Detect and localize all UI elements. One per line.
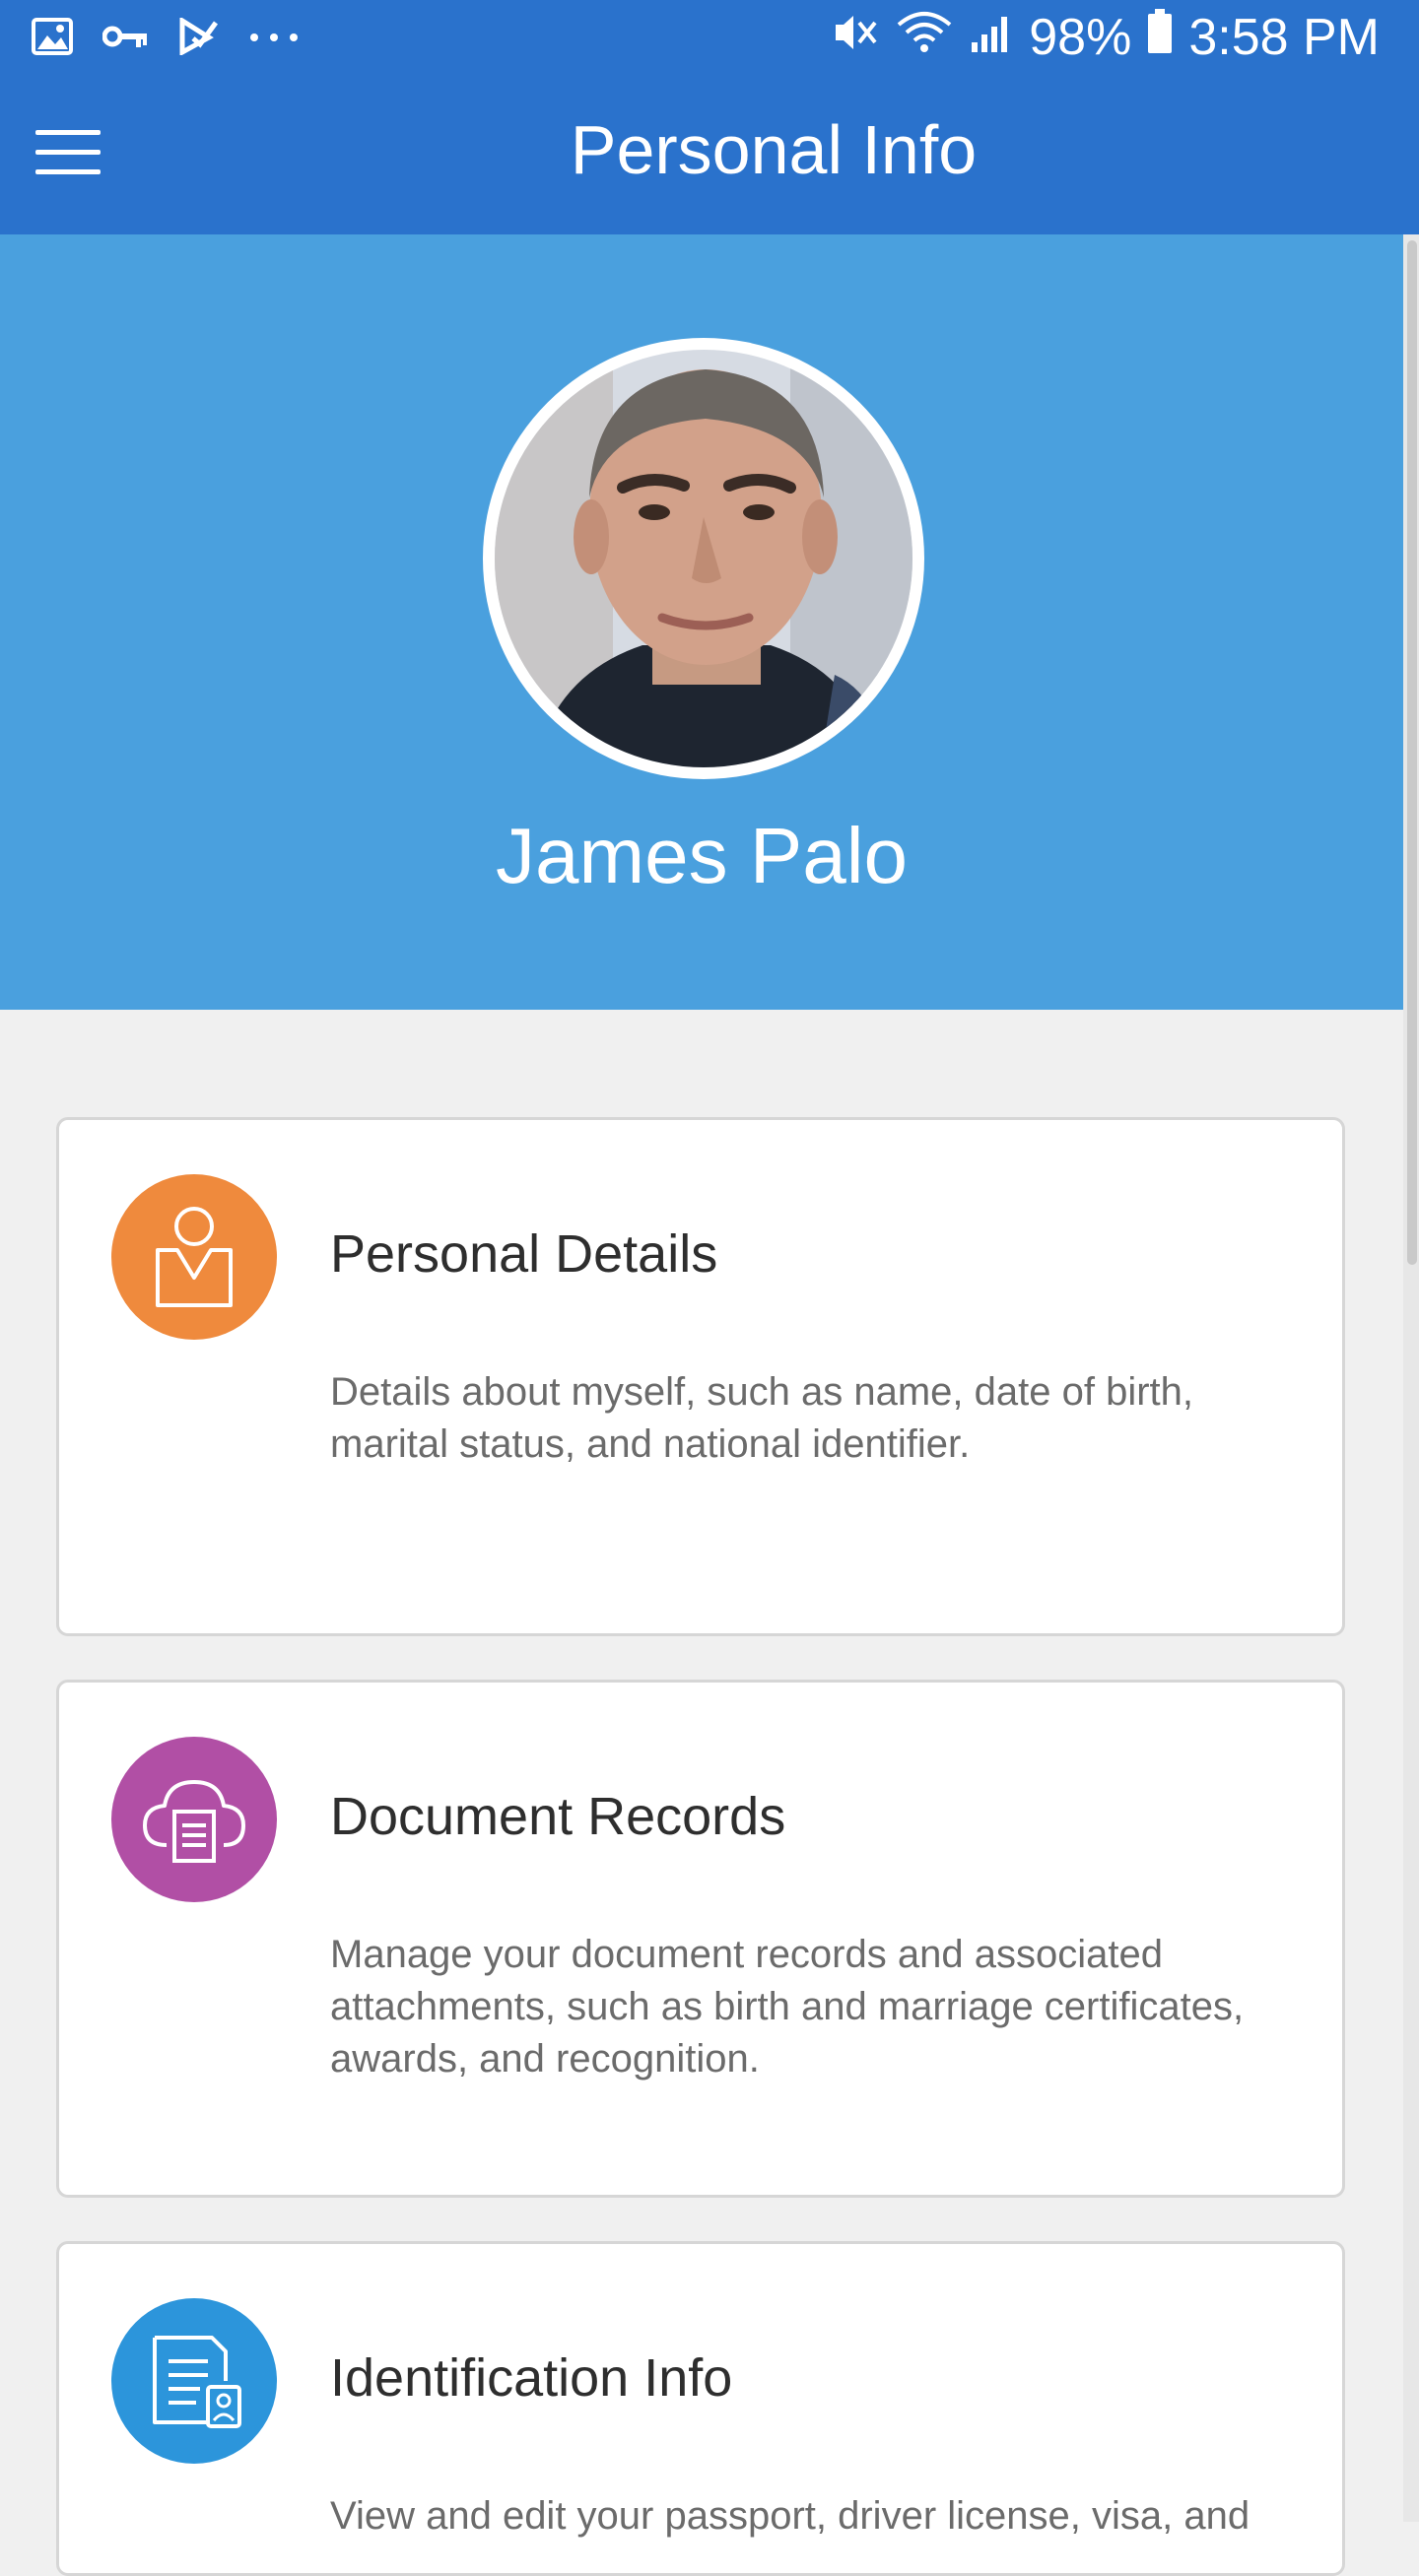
card-personal-details[interactable]: Personal Details Details about myself, s…	[56, 1117, 1345, 1636]
card-description: View and edit your passport, driver lice…	[330, 2494, 1250, 2538]
card-title: Document Records	[330, 1787, 786, 1846]
card-document-records[interactable]: Document Records Manage your document re…	[56, 1680, 1345, 2198]
page-title: Personal Info	[570, 111, 978, 188]
profile-header: James Palo	[0, 234, 1403, 1010]
key-icon	[101, 22, 150, 56]
status-bar-system: 98% 3:58 PM	[832, 8, 1380, 67]
status-bar-notifications	[32, 16, 300, 60]
cloud-document-icon	[111, 1737, 277, 1902]
card-identification-info[interactable]: Identification Info View and edit your p…	[56, 2241, 1345, 2576]
battery-icon	[1147, 8, 1173, 67]
check-icon	[179, 16, 219, 60]
image-icon	[32, 18, 73, 60]
card-title: Personal Details	[330, 1224, 718, 1284]
clock: 3:58 PM	[1188, 9, 1380, 66]
signal-icon	[970, 8, 1013, 67]
mute-icon	[832, 8, 879, 67]
battery-percent: 98%	[1029, 9, 1132, 66]
id-document-icon	[111, 2298, 277, 2464]
person-icon	[111, 1174, 277, 1340]
wifi-icon	[895, 8, 954, 67]
profile-name: James Palo	[496, 812, 908, 899]
status-bar: 98% 3:58 PM	[0, 0, 1419, 79]
card-title: Identification Info	[330, 2348, 733, 2408]
card-description: Manage your document records and associa…	[330, 1933, 1245, 2081]
avatar-photo	[495, 350, 912, 767]
scrollbar-thumb[interactable]	[1407, 240, 1417, 1265]
avatar[interactable]	[483, 338, 924, 779]
app-bar: Personal Info	[0, 79, 1419, 234]
more-dots-icon	[248, 31, 300, 48]
card-description: Details about myself, such as name, date…	[330, 1370, 1193, 1466]
